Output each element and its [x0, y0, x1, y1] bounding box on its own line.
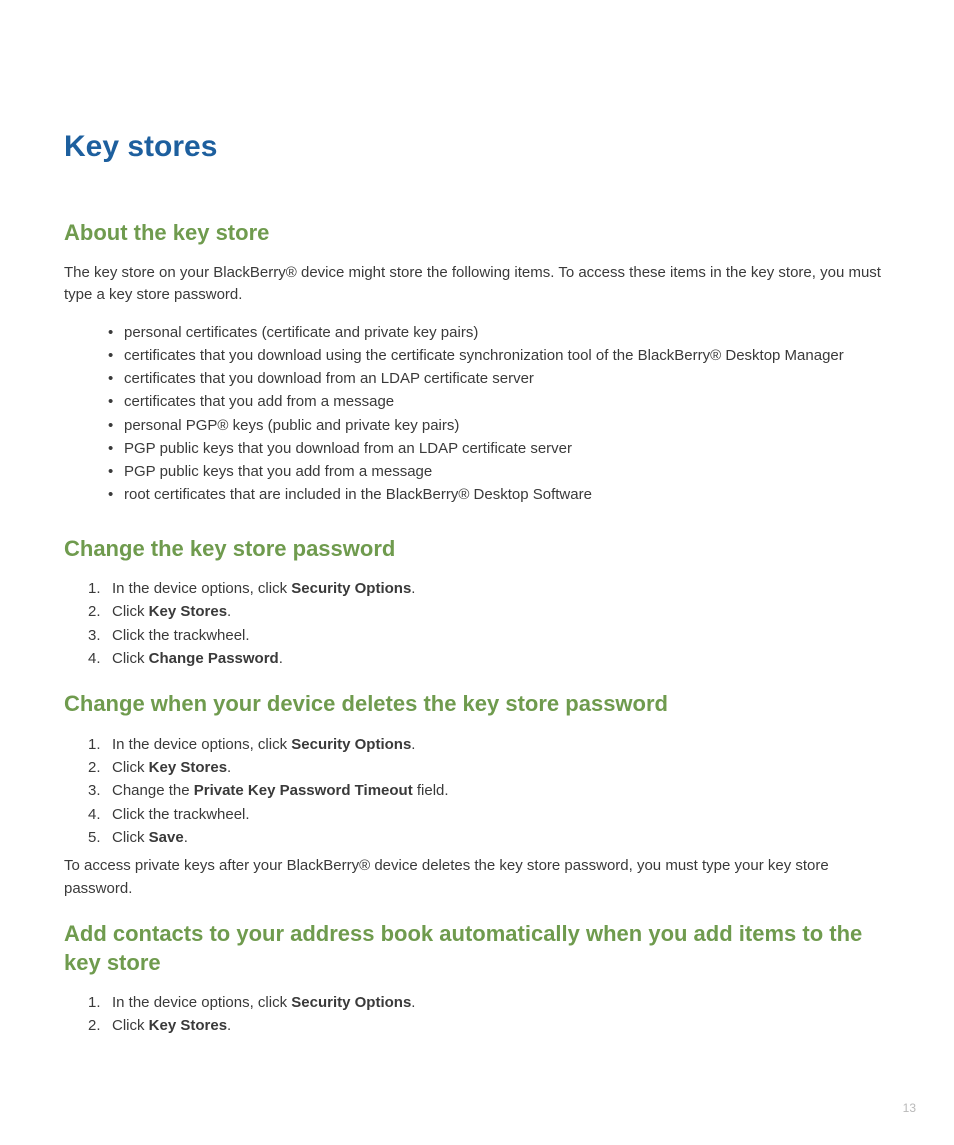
section4-steps: In the device options, click Security Op… — [64, 991, 890, 1038]
step-pre: Click — [112, 603, 149, 620]
step-post: . — [184, 829, 188, 846]
list-item: Click Key Stores. — [64, 600, 890, 623]
list-item: PGP public keys that you download from a… — [64, 437, 890, 460]
step-bold: Private Key Password Timeout — [194, 782, 413, 799]
section-heading-change-timeout: Change when your device deletes the key … — [64, 690, 890, 719]
step-post: . — [279, 650, 283, 667]
step-pre: In the device options, click — [112, 580, 291, 597]
step-post: field. — [413, 782, 449, 799]
list-item: Click the trackwheel. — [64, 803, 890, 826]
step-post: . — [411, 736, 415, 753]
step-pre: In the device options, click — [112, 736, 291, 753]
list-item: certificates that you download using the… — [64, 344, 890, 367]
step-post: . — [411, 580, 415, 597]
list-item: personal certificates (certificate and p… — [64, 321, 890, 344]
step-pre: Click — [112, 759, 149, 776]
step-post: . — [411, 994, 415, 1011]
step-pre: Click — [112, 650, 149, 667]
step-pre: Change the — [112, 782, 194, 799]
page-title: Key stores — [64, 130, 890, 164]
list-item: Change the Private Key Password Timeout … — [64, 779, 890, 802]
step-bold: Change Password — [149, 650, 279, 667]
step-bold: Security Options — [291, 736, 411, 753]
step-bold: Key Stores — [149, 1017, 227, 1034]
list-item: Click Save. — [64, 826, 890, 849]
step-bold: Save — [149, 829, 184, 846]
section-heading-about: About the key store — [64, 219, 890, 248]
list-item: personal PGP® keys (public and private k… — [64, 414, 890, 437]
section-heading-add-contacts: Add contacts to your address book automa… — [64, 920, 890, 977]
step-bold: Key Stores — [149, 603, 227, 620]
list-item: certificates that you download from an L… — [64, 367, 890, 390]
list-item: In the device options, click Security Op… — [64, 577, 890, 600]
list-item: Click the trackwheel. — [64, 624, 890, 647]
step-post: . — [227, 1017, 231, 1034]
step-pre: In the device options, click — [112, 994, 291, 1011]
list-item: Click Key Stores. — [64, 1014, 890, 1037]
list-item: PGP public keys that you add from a mess… — [64, 460, 890, 483]
section-heading-change-password: Change the key store password — [64, 535, 890, 564]
list-item: Click Key Stores. — [64, 756, 890, 779]
list-item: certificates that you add from a message — [64, 390, 890, 413]
step-bold: Security Options — [291, 994, 411, 1011]
list-item: Click Change Password. — [64, 647, 890, 670]
page: Key stores About the key store The key s… — [0, 0, 954, 1145]
step-pre: Click the trackwheel. — [112, 806, 250, 823]
step-post: . — [227, 759, 231, 776]
step-bold: Key Stores — [149, 759, 227, 776]
list-item: In the device options, click Security Op… — [64, 991, 890, 1014]
section2-steps: In the device options, click Security Op… — [64, 577, 890, 670]
section1-intro: The key store on your BlackBerry® device… — [64, 262, 890, 307]
step-bold: Security Options — [291, 580, 411, 597]
section3-note: To access private keys after your BlackB… — [64, 855, 890, 900]
step-pre: Click the trackwheel. — [112, 627, 250, 644]
section3-steps: In the device options, click Security Op… — [64, 733, 890, 849]
list-item: root certificates that are included in t… — [64, 483, 890, 506]
list-item: In the device options, click Security Op… — [64, 733, 890, 756]
step-post: . — [227, 603, 231, 620]
section1-bullets: personal certificates (certificate and p… — [64, 321, 890, 507]
step-pre: Click — [112, 829, 149, 846]
page-number: 13 — [903, 1101, 916, 1115]
step-pre: Click — [112, 1017, 149, 1034]
